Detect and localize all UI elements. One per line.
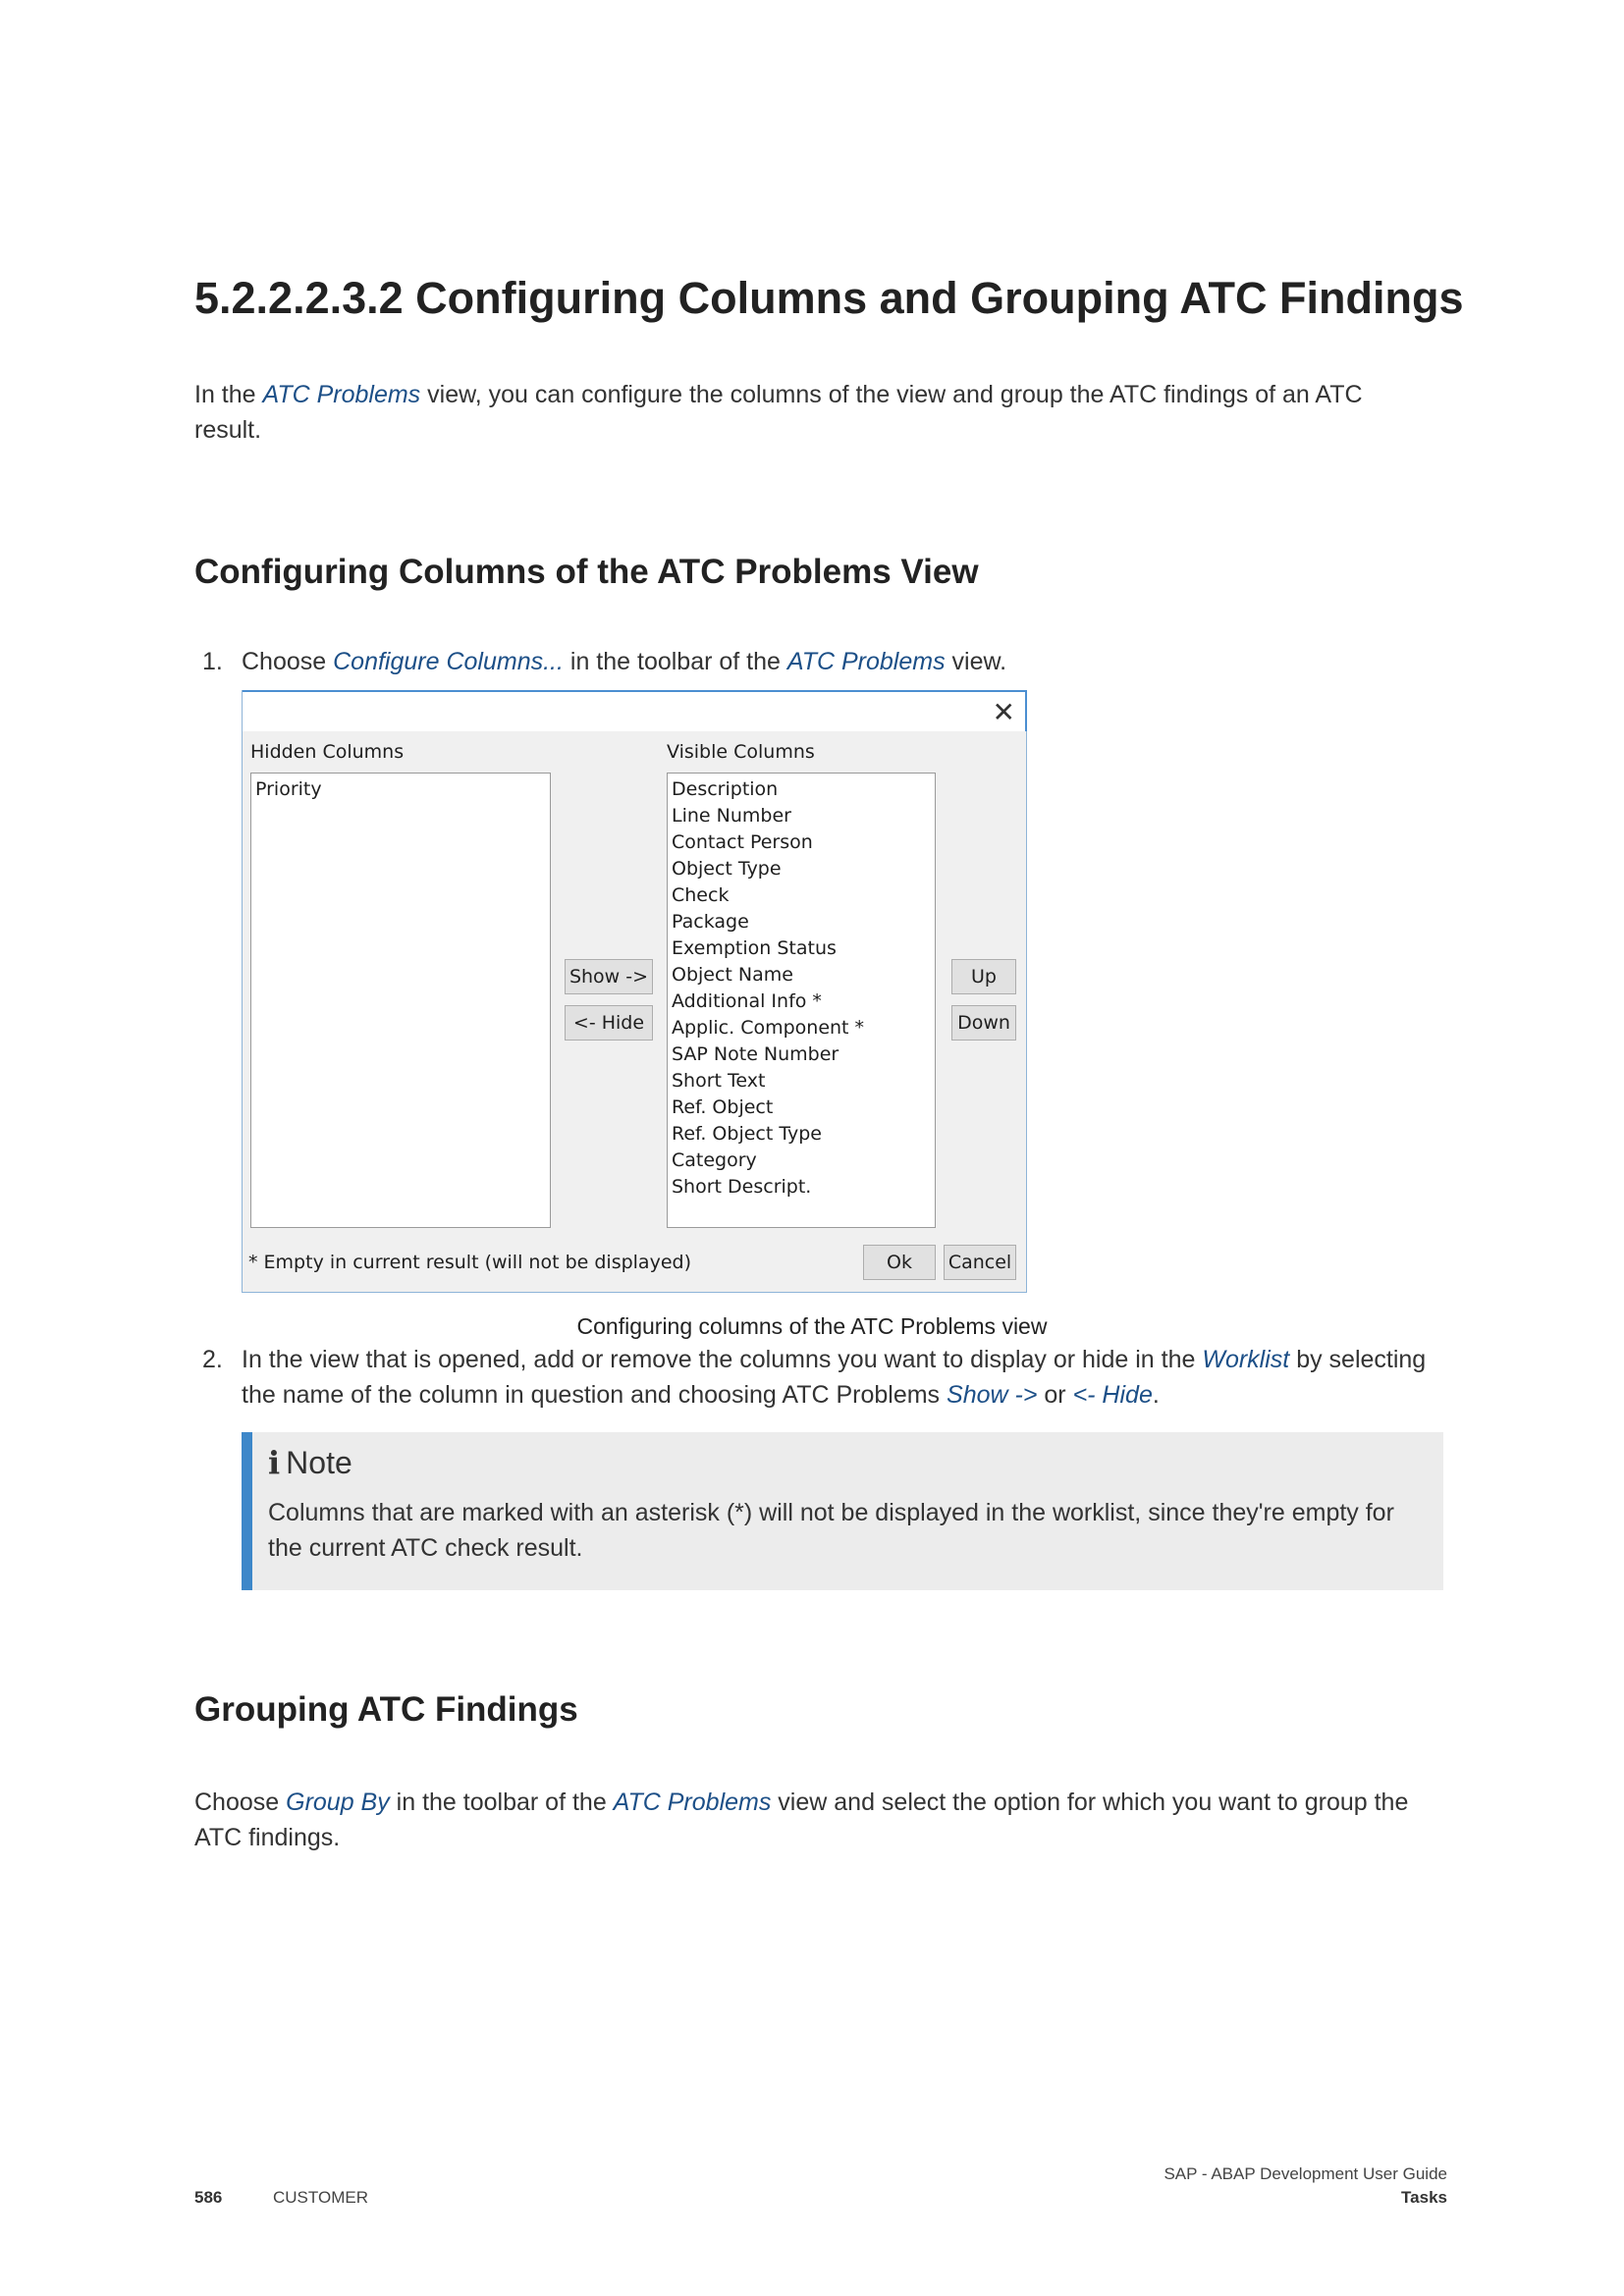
note-body: Columns that are marked with an asterisk… bbox=[268, 1499, 1394, 1562]
list-item[interactable]: Check bbox=[672, 882, 931, 909]
step-1-pre: Choose bbox=[242, 648, 334, 675]
chapter-name: Tasks bbox=[1401, 2188, 1447, 2207]
note-box: i Note Columns that are marked with an as… bbox=[242, 1432, 1443, 1590]
show-link[interactable]: Show -> bbox=[947, 1381, 1037, 1409]
list-item[interactable]: Object Type bbox=[672, 856, 931, 882]
intro-text: In the bbox=[194, 381, 263, 408]
list-item[interactable]: Package bbox=[672, 909, 931, 935]
group-by-link[interactable]: Group By bbox=[286, 1789, 390, 1816]
list-item[interactable]: Additional Info * bbox=[672, 988, 931, 1015]
configure-columns-link[interactable]: Configure Columns... bbox=[333, 648, 564, 675]
step-2-text: In the view that is opened, add or remov… bbox=[242, 1342, 1449, 1413]
atc-problems-link[interactable]: ATC Problems bbox=[614, 1789, 772, 1816]
hide-button[interactable]: <- Hide bbox=[565, 1005, 653, 1041]
up-button[interactable]: Up bbox=[951, 959, 1016, 994]
cancel-button[interactable]: Cancel bbox=[944, 1245, 1016, 1280]
list-item[interactable]: Category bbox=[672, 1148, 931, 1174]
step-1-post: view. bbox=[945, 648, 1007, 675]
list-item[interactable]: Exemption Status bbox=[672, 935, 931, 962]
down-button[interactable]: Down bbox=[951, 1005, 1016, 1041]
hide-link[interactable]: <- Hide bbox=[1073, 1381, 1153, 1409]
step-2-or: or bbox=[1037, 1381, 1073, 1409]
step-1-mid: in the toolbar of the bbox=[563, 648, 787, 675]
grouping-mid: in the toolbar of the bbox=[389, 1789, 614, 1816]
close-icon[interactable]: ✕ bbox=[993, 698, 1015, 727]
hidden-columns-list[interactable]: Priority bbox=[250, 773, 551, 1228]
list-item[interactable]: Object Name bbox=[672, 962, 931, 988]
list-item[interactable]: Description bbox=[672, 776, 931, 803]
visible-columns-list[interactable]: Description Line Number Contact Person Obje… bbox=[667, 773, 936, 1228]
ok-button[interactable]: Ok bbox=[863, 1245, 936, 1280]
step-2-post: . bbox=[1152, 1381, 1160, 1409]
note-title: i Note bbox=[268, 1444, 352, 1481]
list-item[interactable]: Line Number bbox=[672, 803, 931, 829]
classification-label: CUSTOMER bbox=[273, 2188, 368, 2207]
doc-title: SAP - ABAP Development User Guide bbox=[1164, 2164, 1447, 2183]
info-icon: i bbox=[268, 1444, 281, 1481]
step-1-text: Choose Configure Columns... in the toolb… bbox=[242, 644, 1443, 679]
list-item[interactable]: SAP Note Number bbox=[672, 1041, 931, 1068]
atc-problems-link[interactable]: ATC Problems bbox=[787, 648, 946, 675]
list-item[interactable]: Contact Person bbox=[672, 829, 931, 856]
grouping-pre: Choose bbox=[194, 1789, 287, 1816]
dialog-titlebar: ✕ bbox=[243, 690, 1027, 731]
figure-caption: Configuring columns of the ATC Problems … bbox=[576, 1313, 1048, 1339]
grouping-paragraph: Choose Group By in the toolbar of the AT… bbox=[194, 1785, 1451, 1855]
list-item[interactable]: Priority bbox=[255, 776, 546, 803]
subsection-configuring-columns-title: Configuring Columns of the ATC Problems … bbox=[194, 553, 979, 591]
visible-columns-label: Visible Columns bbox=[667, 741, 815, 763]
list-item[interactable]: Short Text bbox=[672, 1068, 931, 1095]
list-item[interactable]: Short Descript. bbox=[672, 1174, 931, 1201]
section-title: 5.2.2.2.3.2 Configuring Columns and Grou… bbox=[194, 273, 1464, 323]
page-number: 586 bbox=[194, 2188, 223, 2207]
intro-paragraph: In the ATC Problems view, you can config… bbox=[194, 377, 1412, 448]
list-item[interactable]: Ref. Object Type bbox=[672, 1121, 931, 1148]
note-title-text: Note bbox=[286, 1445, 352, 1480]
empty-columns-footnote: * Empty in current result (will not be d… bbox=[248, 1252, 691, 1273]
show-button[interactable]: Show -> bbox=[565, 959, 653, 994]
step-2-pre: In the view that is opened, add or remov… bbox=[242, 1346, 1203, 1373]
atc-problems-link[interactable]: ATC Problems bbox=[263, 381, 421, 408]
list-item[interactable]: Applic. Component * bbox=[672, 1015, 931, 1041]
step-2-number: 2. bbox=[202, 1346, 223, 1373]
worklist-link[interactable]: Worklist bbox=[1202, 1346, 1289, 1373]
configure-columns-dialog: ✕ Hidden Columns Visible Columns Priorit… bbox=[242, 690, 1027, 1293]
subsection-grouping-title: Grouping ATC Findings bbox=[194, 1690, 578, 1729]
list-item[interactable]: Ref. Object bbox=[672, 1095, 931, 1121]
hidden-columns-label: Hidden Columns bbox=[250, 741, 405, 763]
step-1-number: 1. bbox=[202, 648, 223, 675]
